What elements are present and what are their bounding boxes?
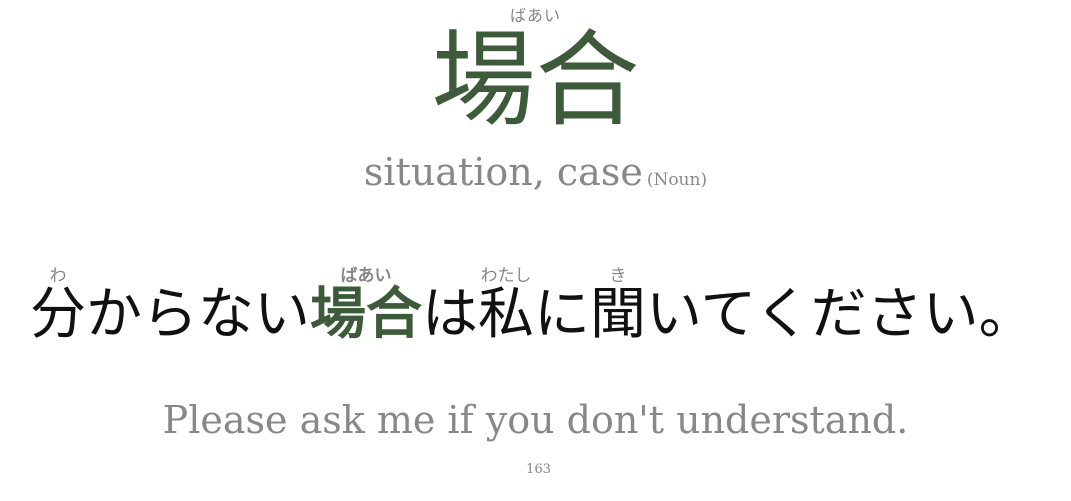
- word-meaning: situation, case: [363, 150, 643, 194]
- segment-text: いてください。: [646, 282, 1035, 347]
- sentence-segment: いてください。: [646, 270, 1035, 360]
- sentence-target-word: ばあい 場合: [310, 266, 422, 360]
- segment-text: は: [422, 282, 478, 347]
- segment-text: 場合: [310, 282, 422, 347]
- sentence-segment: からない: [86, 270, 310, 360]
- page-number: 163: [526, 462, 551, 477]
- example-sentence: わ分からない ばあい 場合は わたし 私にき聞いてください。: [30, 266, 1035, 360]
- sentence-segment: き聞: [590, 266, 646, 360]
- part-of-speech: (Noun): [646, 170, 708, 190]
- furigana: わ: [49, 266, 67, 286]
- segment-text: に: [534, 282, 590, 347]
- sentence-segment: わ分: [30, 266, 86, 360]
- sentence-segment: に: [534, 270, 590, 360]
- segment-text: 私: [478, 282, 534, 347]
- segment-text: 分: [30, 282, 86, 347]
- furigana: わたし: [480, 266, 532, 286]
- furigana: ばあい: [340, 266, 392, 286]
- word-kanji: 場合: [431, 19, 640, 141]
- flashcard: ばあい 場合 situation, case (Noun) わ分からない ばあい場…: [0, 0, 1071, 501]
- sentence-segment: わたし私: [478, 266, 534, 360]
- sentence-segment: は: [422, 270, 478, 360]
- sentence-translation: Please ask me if you don't understand.: [162, 398, 909, 442]
- segment-text: からない: [86, 282, 310, 347]
- meaning-line: situation, case (Noun): [0, 150, 1071, 194]
- segment-text: 聞: [590, 282, 646, 347]
- furigana: き: [609, 266, 627, 286]
